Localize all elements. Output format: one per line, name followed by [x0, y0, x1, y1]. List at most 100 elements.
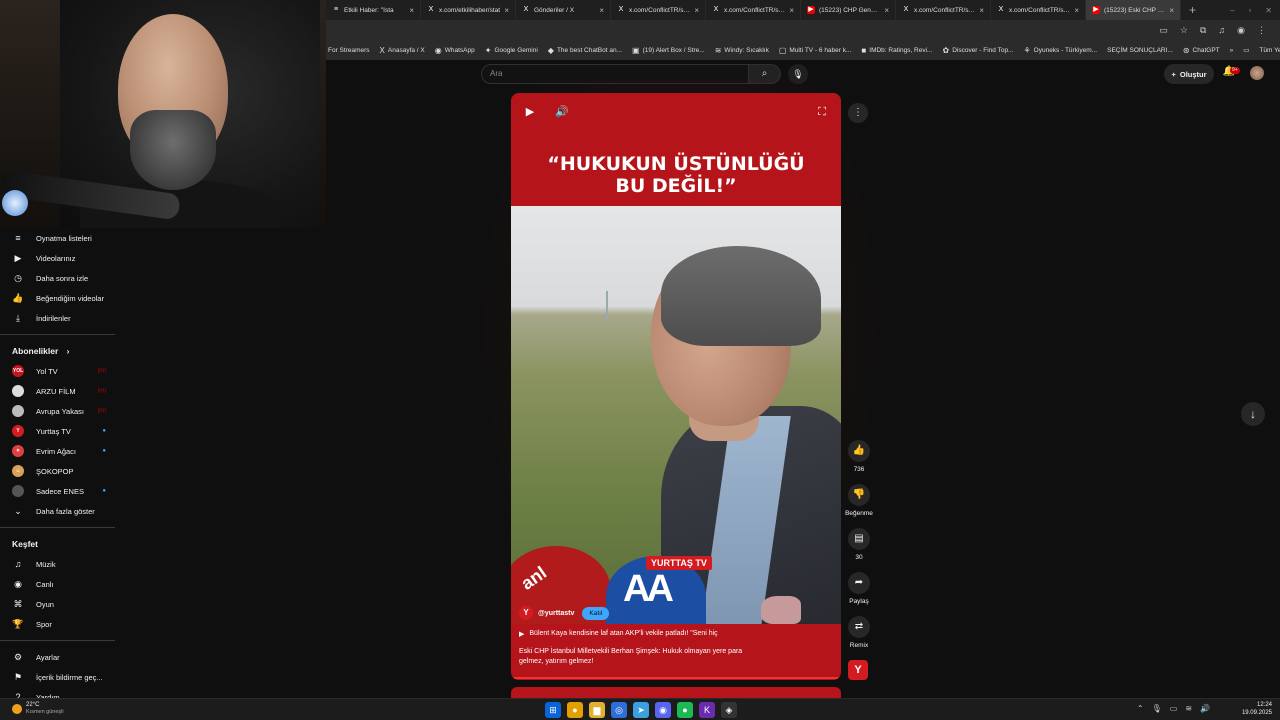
- monitor-icon[interactable]: ▭: [1170, 704, 1178, 713]
- mic-tray-icon[interactable]: 🎙: [1152, 704, 1162, 713]
- progress-bar[interactable]: [511, 677, 841, 679]
- bookmark-item[interactable]: ✿ Discover - Find Top...: [942, 46, 1013, 55]
- taskbar-app-4[interactable]: ➤: [633, 702, 649, 718]
- bookmark-item[interactable]: ⊛ ChatGPT: [1183, 46, 1220, 55]
- more-options-icon[interactable]: ⋮: [848, 103, 868, 123]
- like-action[interactable]: 👍 736: [846, 440, 872, 473]
- subscription-evrim-ag-ac[interactable]: ✦ Evrim Ağacı ●: [0, 441, 124, 461]
- sidebar-item-mu-zik[interactable]: ♫ Müzik: [0, 554, 124, 574]
- sidebar-item-canl[interactable]: ◉ Canlı: [0, 574, 124, 594]
- bookmark-item[interactable]: ⚘ Oyuneks - Türkiyem...: [1023, 46, 1097, 55]
- taskbar-app-0[interactable]: ⊞: [545, 702, 561, 718]
- sidebar-item-videolar-n-z[interactable]: ▶ Videolarınız: [0, 248, 124, 268]
- channel-avatar[interactable]: Y: [519, 606, 533, 620]
- sidebar-item-beg-endig-im-videolar[interactable]: 👍 Beğendiğim videolar: [0, 288, 124, 308]
- bookmark-item[interactable]: ▣ (19) Alert Box / Stre...: [632, 46, 705, 55]
- browser-tab[interactable]: ▶ (15223) Eski CHP İsta ×: [1086, 0, 1181, 20]
- taskbar-app-8[interactable]: ◈: [721, 702, 737, 718]
- speaker-icon[interactable]: 🔊: [1200, 704, 1210, 713]
- sidebar-item-daha-sonra-izle[interactable]: ◷ Daha sonra izle: [0, 268, 124, 288]
- minimize-icon[interactable]: –: [1230, 6, 1234, 15]
- media-icon[interactable]: ♫: [1218, 25, 1225, 35]
- show-more-button[interactable]: ⌄ Daha fazla göster: [0, 501, 124, 521]
- extensions-icon[interactable]: ⧉: [1200, 25, 1206, 36]
- weather-widget[interactable]: 22°C Kısmen güneşli: [12, 702, 64, 716]
- subscription-sadece-enes[interactable]: Sadece ENES ●: [0, 481, 124, 501]
- taskbar-app-6[interactable]: ●: [677, 702, 693, 718]
- bookmark-item[interactable]: SEÇİM SONUÇLARI...: [1107, 47, 1173, 54]
- dislike-action[interactable]: 👎 Beğenme: [845, 484, 873, 517]
- menu-icon[interactable]: ⋮: [1257, 25, 1266, 36]
- close-icon[interactable]: ×: [789, 6, 794, 15]
- subscription-yol-tv[interactable]: YOL Yol TV ((•)): [0, 361, 124, 381]
- sidebar-item-i-ndirilenler[interactable]: ⤓ İndirilenler: [0, 308, 124, 328]
- sidebar-item-ayarlar[interactable]: ⚙ Ayarlar: [0, 647, 124, 667]
- taskbar-app-5[interactable]: ◉: [655, 702, 671, 718]
- thumbs-down-icon[interactable]: 👎: [848, 484, 870, 506]
- browser-tab[interactable]: Xx.com/ConflictTR/stat ×: [706, 0, 801, 20]
- bookmark-item[interactable]: ■ IMDb: Ratings, Revi...: [861, 46, 932, 55]
- browser-tab[interactable]: ▶ (15223) CHP Genel Ba ×: [801, 0, 896, 20]
- sound-channel-thumb[interactable]: Y: [848, 660, 868, 680]
- sidebar-item-oyun[interactable]: ⌘ Oyun: [0, 594, 124, 614]
- taskbar-app-7[interactable]: K: [699, 702, 715, 718]
- subscription-arzu-fi-lm[interactable]: ARZU FİLM ((•)): [0, 381, 124, 401]
- volume-icon[interactable]: 🔊: [553, 103, 571, 121]
- close-icon[interactable]: ×: [884, 6, 889, 15]
- taskbar-app-1[interactable]: ●: [567, 702, 583, 718]
- wifi-icon[interactable]: ≋: [1185, 704, 1192, 713]
- bookmark-item[interactable]: X Anasayfa / X: [380, 46, 425, 55]
- browser-tab[interactable]: Xx.com/ConflictTR/stat ×: [611, 0, 706, 20]
- sidebar-item-oynatma-listeleri[interactable]: ≡ Oynatma listeleri: [0, 228, 124, 248]
- sidebar-item-spor[interactable]: 🏆 Spor: [0, 614, 124, 634]
- bookmark-item[interactable]: ≋ Windy: Sıcaklık: [715, 46, 769, 55]
- bookmark-item[interactable]: ▢ Multi TV - 6 haber k...: [779, 46, 852, 55]
- bookmark-item[interactable]: For Streamers: [328, 47, 370, 54]
- taskbar-app-3[interactable]: ◎: [611, 702, 627, 718]
- bookmark-star-icon[interactable]: ☆: [1180, 25, 1188, 36]
- all-bookmarks-button[interactable]: Tüm Yer İşaretleri: [1259, 47, 1280, 54]
- related-video-link[interactable]: ▶ Bülent Kaya kendisine laf atan AKP'li …: [519, 630, 718, 638]
- new-tab-button[interactable]: +: [1181, 3, 1204, 17]
- profile-icon[interactable]: ◉: [1237, 25, 1245, 36]
- chevron-up-icon[interactable]: ⌃: [1137, 704, 1144, 713]
- fullscreen-icon[interactable]: ⛶: [813, 103, 831, 121]
- close-icon[interactable]: ×: [1169, 6, 1174, 15]
- share-action[interactable]: ➦ Paylaş: [846, 572, 872, 605]
- subscription-avrupa-yakas[interactable]: Avrupa Yakası ((•)): [0, 401, 124, 421]
- sidebar-item-i-c-erik-bildirme-gec[interactable]: ⚑ İçerik bildirme geç...: [0, 667, 124, 687]
- channel-name[interactable]: @yurttastv: [538, 610, 574, 617]
- remix-icon[interactable]: ⇄: [848, 616, 870, 638]
- close-icon[interactable]: ×: [979, 6, 984, 15]
- thumbs-up-icon[interactable]: 👍: [848, 440, 870, 462]
- clock[interactable]: 12:24 19.09.2025: [1242, 701, 1272, 717]
- close-window-icon[interactable]: ✕: [1265, 6, 1272, 15]
- browser-tab[interactable]: ≡ Etkili Haber: "İsta ×: [326, 0, 421, 20]
- remix-action[interactable]: ⇄ Remix: [846, 616, 872, 649]
- subscription-s-okopop[interactable]: ☺ ŞOKOPOP: [0, 461, 124, 481]
- play-icon[interactable]: ▶: [521, 103, 539, 121]
- bookmark-item[interactable]: ◆ The best ChatBot an...: [548, 46, 622, 55]
- arrow-down-icon[interactable]: ↓: [1241, 402, 1265, 426]
- shorts-player[interactable]: “HUKUKUN ÜSTÜNLÜĞÜ BU DEĞİL!” anl AA YUR…: [511, 93, 841, 680]
- share-icon[interactable]: ➦: [848, 572, 870, 594]
- browser-tab[interactable]: X Gönderiler / X ×: [516, 0, 611, 20]
- account-avatar[interactable]: [1250, 66, 1264, 80]
- close-icon[interactable]: ×: [409, 6, 414, 15]
- create-button[interactable]: + Oluştur: [1164, 64, 1214, 84]
- close-icon[interactable]: ×: [599, 6, 604, 15]
- comment-icon[interactable]: ▤: [848, 528, 870, 550]
- taskbar-app-2[interactable]: ▆: [589, 702, 605, 718]
- join-button[interactable]: Katıl: [582, 606, 610, 620]
- browser-tab[interactable]: Xx.com/ConflictTR/stat ×: [896, 0, 991, 20]
- cast-icon[interactable]: ▭: [1159, 25, 1168, 36]
- more-bookmarks-button[interactable]: »: [1230, 47, 1234, 54]
- close-icon[interactable]: ×: [694, 6, 699, 15]
- maximize-icon[interactable]: ▫: [1248, 6, 1251, 15]
- close-icon[interactable]: ×: [1074, 6, 1079, 15]
- comments-action[interactable]: ▤ 30: [846, 528, 872, 561]
- close-icon[interactable]: ×: [504, 6, 509, 15]
- subscriptions-heading[interactable]: Abonelikler ›: [0, 341, 124, 361]
- browser-tab[interactable]: Xx.com/etkilihaber/stat ×: [421, 0, 516, 20]
- bookmark-item[interactable]: ✦ Google Gemini: [485, 46, 538, 55]
